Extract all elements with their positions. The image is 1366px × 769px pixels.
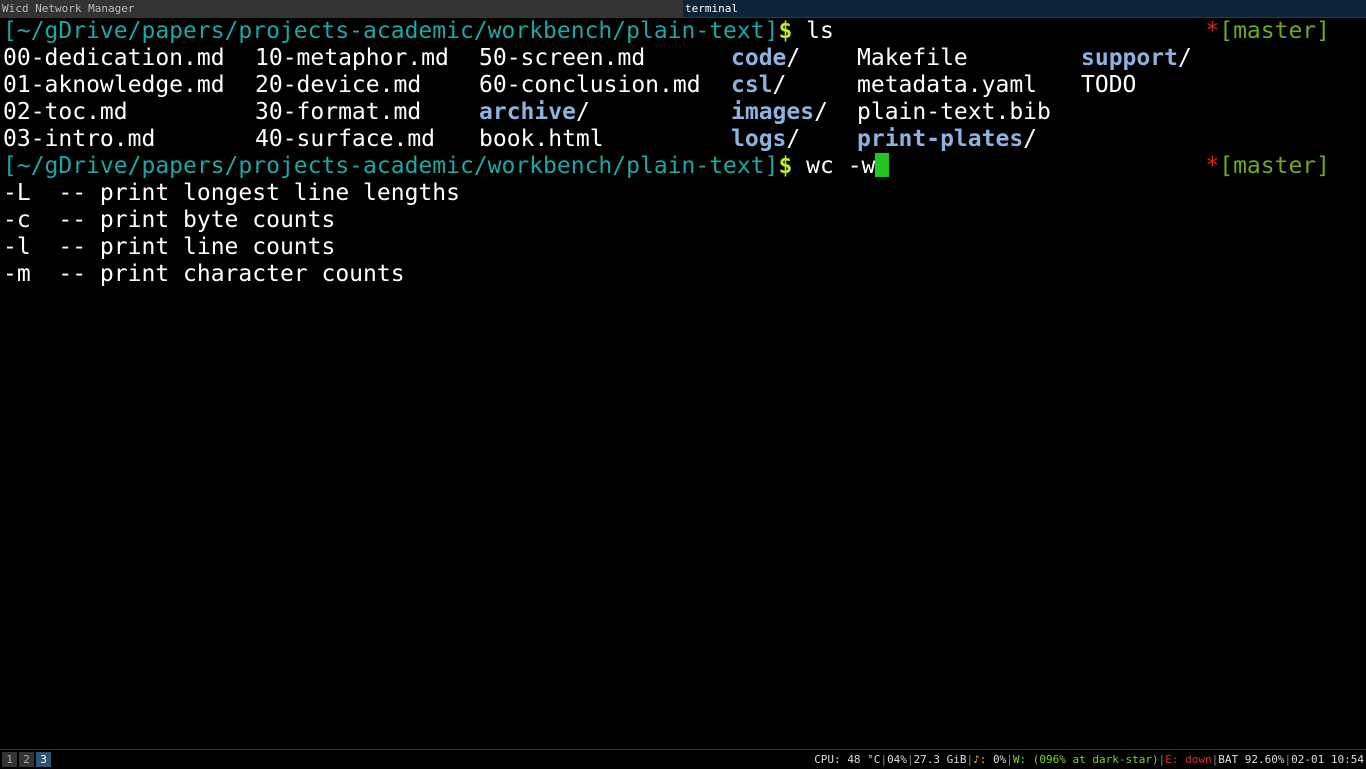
battery-level: 92.60% [1244,753,1285,766]
git-branch: [master] [1219,18,1330,44]
workspace-3[interactable]: 3 [36,752,51,767]
ls-file: 60-conclusion.md [479,72,701,98]
ethernet-label: E: [1165,753,1179,766]
prompt-symbol: $ [778,18,793,44]
text-cursor [875,153,890,177]
wifi-status: (096% at dark-star) [1032,753,1159,766]
status-info: CPU: 48 °C|04%|27.3 GiB|♪: 0%|W: (096% a… [814,753,1364,766]
prompt-symbol: $ [778,153,793,179]
ls-dir: csl [731,72,773,98]
completion-item[interactable]: -c -- print byte counts [3,207,335,234]
datetime: 02-01 10:54 [1291,753,1364,766]
workspace-2[interactable]: 2 [19,752,34,767]
ls-dir-entry: code/ [731,45,800,72]
completion-item[interactable]: -l -- print line counts [3,234,335,261]
ls-file: plain-text.bib [857,99,1051,125]
dir-suffix: / [1023,126,1038,152]
ls-dir: print-plates [857,126,1024,152]
prompt-line-1: [~/gDrive/papers/projects-academic/workb… [3,18,834,45]
ls-file: book.html [479,126,604,152]
ethernet-status: down [1185,753,1212,766]
ls-file: 50-screen.md [479,45,646,71]
git-status: *[master] [1205,18,1330,45]
ls-file: 10-metaphor.md [255,45,449,71]
ls-dir-entry: print-plates/ [857,126,1037,153]
dir-suffix: / [575,99,590,125]
terminal-area[interactable]: [~/gDrive/papers/projects-academic/workb… [0,18,1366,748]
git-dirty-indicator: * [1205,153,1220,179]
ls-dir: archive [479,99,576,125]
dir-suffix: / [772,72,787,98]
git-branch: [master] [1219,153,1330,179]
workspace-1[interactable]: 1 [2,752,17,767]
command-input[interactable]: wc -w [806,153,875,179]
command-text: ls [806,18,834,44]
battery-label: BAT [1218,753,1239,766]
wifi-label: W: [1012,753,1027,766]
ls-dir: code [731,45,787,71]
window-tab-wicd[interactable]: Wicd Network Manager [0,0,683,17]
ls-file: 30-format.md [255,99,422,125]
ls-file: TODO [1081,72,1137,98]
ls-dir: logs [731,126,787,152]
ls-file: 01-aknowledge.md [3,72,225,98]
window-titlebar: Wicd Network Manager terminal [0,0,1366,18]
ls-file: 00-dedication.md [3,45,225,71]
dir-suffix: / [1177,45,1192,71]
completion-item[interactable]: -L -- print longest line lengths [3,180,460,207]
dir-suffix: / [786,45,801,71]
ls-file: metadata.yaml [857,72,1038,98]
cpu-temp: 48 °C [847,753,881,766]
git-status: *[master] [1205,153,1330,180]
volume-icon: ♪: [973,753,987,766]
ls-dir: support [1081,45,1178,71]
completion-item[interactable]: -m -- print character counts [3,261,405,288]
prompt-line-2: [~/gDrive/papers/projects-academic/workb… [3,153,890,180]
window-tab-terminal[interactable]: terminal [683,0,1366,17]
ls-file: 40-surface.md [255,126,436,152]
ls-file: 03-intro.md [3,126,156,152]
memory: 27.3 GiB [913,753,967,766]
ls-file: 20-device.md [255,72,422,98]
ls-file: Makefile [857,45,968,71]
cpu-label: CPU: [814,753,841,766]
prompt-cwd: [~/gDrive/papers/projects-academic/workb… [3,153,779,179]
ls-dir-entry: archive/ [479,99,590,126]
ls-dir-entry: support/ [1081,45,1192,72]
volume: 0% [993,753,1007,766]
ls-dir-entry: images/ [731,99,828,126]
status-bar: 1 2 3 CPU: 48 °C|04%|27.3 GiB|♪: 0%|W: (… [0,749,1366,769]
cpu-load: 04% [887,753,907,766]
git-dirty-indicator: * [1205,18,1220,44]
dir-suffix: / [786,126,801,152]
ls-dir-entry: csl/ [731,72,786,99]
ls-dir-entry: logs/ [731,126,800,153]
dir-suffix: / [814,99,828,125]
ls-dir: images [731,99,815,125]
ls-file: 02-toc.md [3,99,128,125]
prompt-cwd: [~/gDrive/papers/projects-academic/workb… [3,18,779,44]
